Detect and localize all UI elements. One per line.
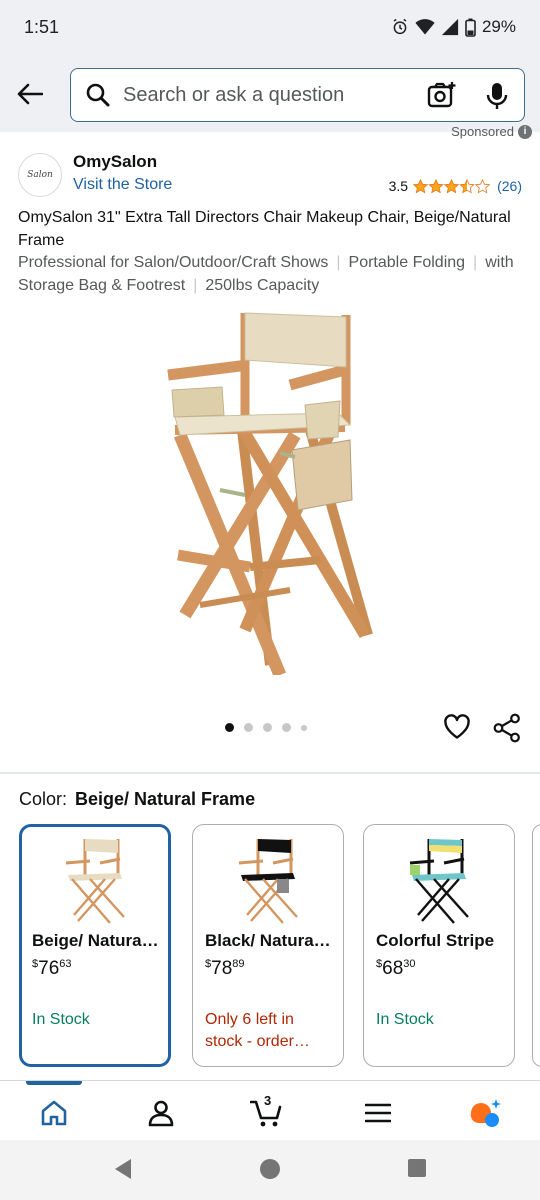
system-nav-bar: [0, 1140, 540, 1200]
status-icons: 29%: [391, 17, 516, 37]
swatch-price: $7889: [205, 958, 245, 979]
star-rating-icon: [413, 178, 491, 194]
system-back-button[interactable]: [113, 1158, 133, 1185]
color-label: Color: Beige/ Natural Frame: [19, 789, 255, 810]
menu-icon: [365, 1103, 391, 1123]
triangle-back-icon: [115, 1159, 131, 1179]
voice-search-button[interactable]: [485, 81, 509, 116]
section-divider: [0, 772, 540, 774]
product-image[interactable]: [150, 305, 390, 678]
camera-search-button[interactable]: [427, 81, 457, 114]
wifi-icon: [415, 19, 435, 35]
swatch-stock: Only 6 left in stock - order soon.: [205, 1011, 294, 1050]
back-arrow-icon: [17, 83, 43, 105]
feature-separator: |: [193, 276, 198, 294]
color-option-black[interactable]: Black/ Natural Frame $7889 Only 6 left i…: [192, 824, 344, 1067]
status-time: 1:51: [24, 17, 60, 37]
bottom-nav: 3: [0, 1080, 540, 1140]
search-input[interactable]: [123, 79, 413, 111]
rating-count: (26): [497, 178, 522, 194]
circle-home-icon: [260, 1159, 280, 1179]
feature-text: 250lbs Capacity: [205, 276, 320, 294]
search-icon: [85, 82, 111, 113]
color-label-text: Color:: [19, 789, 68, 809]
brand-name[interactable]: OmySalon: [73, 152, 157, 172]
color-option-beige[interactable]: Beige/ Natural Frame $7663 In Stock: [19, 824, 171, 1067]
swatch-name: Colorful Stripe: [376, 931, 495, 950]
swatch-price: $7663: [32, 958, 72, 979]
swatch-thumbnail: [65, 839, 125, 924]
carousel-dot[interactable]: [301, 724, 307, 731]
system-home-button[interactable]: [259, 1158, 281, 1185]
product-title[interactable]: OmySalon 31" Extra Tall Directors Chair …: [18, 207, 523, 252]
product-features: Professional for Salon/Outdoor/Craft Sho…: [18, 252, 523, 297]
heart-icon: [444, 714, 470, 739]
brand-logo-text: Salon: [27, 170, 53, 180]
signal-icon: [441, 18, 459, 36]
search-box[interactable]: [70, 68, 525, 122]
carousel-dot[interactable]: [263, 723, 272, 732]
battery-percent: 29%: [481, 17, 516, 36]
carousel-dot[interactable]: [225, 723, 234, 732]
sponsored-text: Sponsored: [451, 124, 514, 139]
visit-store-link[interactable]: Visit the Store: [73, 176, 172, 194]
info-icon: i: [518, 124, 532, 139]
swatch-thumbnail: [409, 839, 469, 924]
rufus-icon: [470, 1099, 501, 1127]
feature-separator: |: [473, 254, 478, 271]
color-option-colorful[interactable]: Colorful Stripe $6830 In Stock: [363, 824, 515, 1067]
brand-logo[interactable]: Salon: [18, 153, 62, 197]
account-icon: [148, 1100, 174, 1127]
nav-active-indicator: [26, 1081, 82, 1085]
cart-count: 3: [264, 1093, 272, 1108]
rating-summary[interactable]: 3.5 (26): [389, 178, 522, 194]
color-option-next[interactable]: [532, 824, 540, 1067]
rating-value: 3.5: [388, 178, 409, 194]
share-icon: [493, 713, 520, 743]
swatch-name: Beige/ Natural Frame: [32, 931, 160, 950]
nav-rufus[interactable]: [467, 1097, 503, 1129]
feature-text: Professional for Salon/Outdoor/Craft Sho…: [18, 254, 329, 271]
nav-home[interactable]: [36, 1097, 72, 1129]
status-bar: 1:51 29%: [0, 0, 540, 56]
swatch-thumbnail: [238, 839, 298, 924]
search-header: [0, 56, 540, 132]
swatch-name: Black/ Natural Frame: [205, 931, 333, 950]
add-to-list-button[interactable]: [443, 713, 471, 746]
camera-icon: [427, 82, 456, 108]
back-button[interactable]: [10, 74, 50, 114]
image-carousel-dots[interactable]: [225, 723, 307, 732]
battery-icon: [465, 18, 476, 37]
carousel-dot[interactable]: [282, 723, 291, 732]
nav-cart[interactable]: 3: [250, 1093, 286, 1129]
swatch-stock: In Stock: [32, 1011, 90, 1028]
nav-account[interactable]: [143, 1097, 179, 1129]
microphone-icon: [486, 83, 508, 109]
alarm-icon: [393, 18, 407, 35]
selected-color: Beige/ Natural Frame: [75, 789, 256, 809]
square-recents-icon: [408, 1159, 426, 1177]
feature-separator: |: [336, 254, 341, 271]
swatch-stock: In Stock: [376, 1011, 434, 1028]
swatch-price: $6830: [376, 958, 416, 979]
carousel-dot[interactable]: [244, 723, 253, 732]
feature-text: Portable Folding: [348, 254, 466, 271]
share-button[interactable]: [493, 713, 521, 748]
system-recents-button[interactable]: [407, 1158, 427, 1183]
nav-menu[interactable]: [360, 1097, 396, 1129]
home-icon: [41, 1100, 67, 1126]
sponsored-label[interactable]: Sponsored i: [451, 124, 532, 139]
